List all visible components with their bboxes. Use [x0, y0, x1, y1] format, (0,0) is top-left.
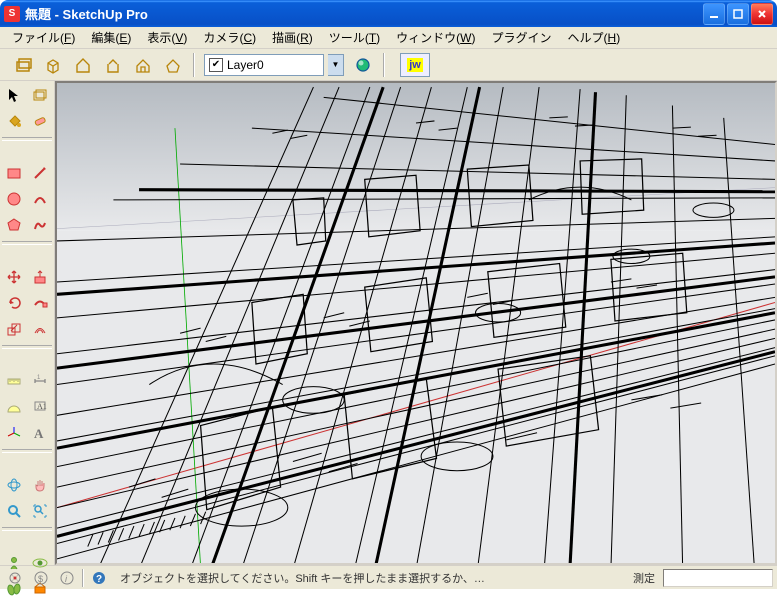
toolbox-separator-1: [2, 137, 52, 141]
titlebar: S 無題 - SketchUp Pro: [0, 0, 777, 27]
window-buttons: [703, 3, 773, 25]
app-icon: S: [4, 6, 20, 22]
workspace: 1 A1 A: [0, 81, 777, 565]
dimension-tool[interactable]: 1: [28, 369, 52, 393]
menu-help[interactable]: ヘルプ(H): [560, 26, 629, 49]
svg-text:A: A: [34, 426, 44, 441]
select-tool[interactable]: [2, 83, 26, 107]
follow-me-tool[interactable]: [28, 291, 52, 315]
svg-text:i: i: [65, 574, 68, 584]
menu-draw[interactable]: 描画(R): [264, 26, 321, 49]
layer-visible-checkbox[interactable]: ✔: [209, 58, 223, 72]
menu-camera[interactable]: カメラ(C): [195, 26, 264, 49]
move-tool[interactable]: [2, 265, 26, 289]
info-button[interactable]: i: [56, 568, 78, 588]
circle-tool[interactable]: [2, 187, 26, 211]
cube-icon-button[interactable]: [40, 52, 66, 78]
menu-plugin[interactable]: プラグイン: [484, 26, 560, 49]
scale-tool[interactable]: [2, 317, 26, 341]
eraser-tool[interactable]: [28, 109, 52, 133]
paint-bucket-tool[interactable]: [2, 109, 26, 133]
toolbox-separator-5: [2, 527, 52, 531]
freehand-tool[interactable]: [28, 213, 52, 237]
help-button[interactable]: ?: [88, 568, 110, 588]
component-tool[interactable]: [28, 83, 52, 107]
protractor-tool[interactable]: [2, 395, 26, 419]
zoom-tool[interactable]: [2, 499, 26, 523]
house-left-icon-button[interactable]: [130, 52, 156, 78]
window-title: 無題 - SketchUp Pro: [25, 4, 703, 23]
geolocation-button[interactable]: [4, 568, 26, 588]
layer-current-label: Layer0: [227, 58, 264, 72]
menu-view[interactable]: 表示(V): [139, 26, 195, 49]
minimize-button[interactable]: [703, 3, 725, 25]
svg-text:1: 1: [37, 375, 41, 381]
status-separator: [82, 569, 84, 587]
svg-text:$: $: [38, 574, 43, 584]
push-pull-tool[interactable]: [28, 265, 52, 289]
measure-input[interactable]: [663, 569, 773, 587]
maximize-button[interactable]: [727, 3, 749, 25]
toolbar-separator-2: [383, 53, 385, 77]
rotate-tool[interactable]: [2, 291, 26, 315]
menubar: ファイル(F) 編集(E) 表示(V) カメラ(C) 描画(R) ツール(T) …: [0, 27, 777, 49]
menu-file[interactable]: ファイル(F): [4, 26, 83, 49]
menu-tools[interactable]: ツール(T): [321, 26, 388, 49]
make-component-button[interactable]: [10, 52, 36, 78]
measure-label: 測定: [629, 570, 659, 586]
pan-tool[interactable]: [28, 473, 52, 497]
credit-button[interactable]: $: [30, 568, 52, 588]
polygon-tool[interactable]: [2, 213, 26, 237]
toolbar-separator: [193, 53, 195, 77]
house-back-icon-button[interactable]: [100, 52, 126, 78]
layer-dropdown-icon[interactable]: ▼: [328, 54, 344, 76]
line-tool[interactable]: [28, 161, 52, 185]
offset-tool[interactable]: [28, 317, 52, 341]
layer-selector[interactable]: ✔ Layer0 ▼: [202, 54, 346, 76]
menu-edit[interactable]: 編集(E): [83, 26, 139, 49]
close-button[interactable]: [751, 3, 773, 25]
3d-text-tool[interactable]: A: [28, 421, 52, 445]
menu-window[interactable]: ウィンドウ(W): [388, 26, 483, 49]
orbit-tool[interactable]: [2, 473, 26, 497]
svg-text:A1: A1: [37, 402, 47, 411]
toolbox: 1 A1 A: [0, 81, 55, 565]
arc-tool[interactable]: [28, 187, 52, 211]
layer-manager-button[interactable]: [350, 52, 376, 78]
toolbox-separator-2: [2, 241, 52, 245]
zoom-extents-tool[interactable]: [28, 499, 52, 523]
house-right-icon-button[interactable]: [160, 52, 186, 78]
toolbox-separator-3: [2, 345, 52, 349]
statusbar: $ i ? オブジェクトを選択してください。Shift キーを押したまま選択する…: [0, 565, 777, 589]
canvas-viewport[interactable]: [55, 81, 777, 565]
axes-tool[interactable]: [2, 421, 26, 445]
toolbar-main: ✔ Layer0 ▼ jw: [0, 49, 777, 81]
toolbox-separator-4: [2, 449, 52, 453]
text-tool[interactable]: A1: [28, 395, 52, 419]
house-front-icon-button[interactable]: [70, 52, 96, 78]
jw-plugin-button[interactable]: jw: [400, 53, 430, 77]
tape-measure-tool[interactable]: [2, 369, 26, 393]
rectangle-tool[interactable]: [2, 161, 26, 185]
status-message: オブジェクトを選択してください。Shift キーを押したまま選択するか、…: [114, 570, 625, 586]
svg-text:?: ?: [96, 574, 102, 585]
